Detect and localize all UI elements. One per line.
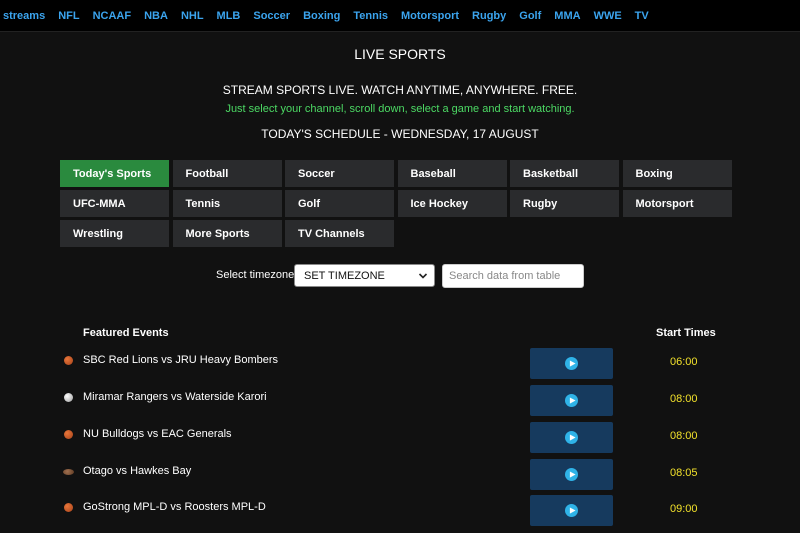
event-time: 06:00	[670, 356, 698, 368]
tab-tennis[interactable]: Tennis	[172, 190, 282, 217]
tab-todays-sports[interactable]: Today's Sports	[60, 160, 169, 187]
instruction-text: Just select your channel, scroll down, s…	[225, 103, 575, 115]
play-icon	[565, 431, 578, 444]
timezone-selected-value: SET TIMEZONE	[304, 269, 385, 282]
table-row: GoStrong MPL-D vs Roosters MPL-D 09:00	[0, 495, 800, 527]
times-column-header: Start Times	[656, 327, 716, 339]
table-row: SBC Red Lions vs JRU Heavy Bombers 06:00	[0, 348, 800, 380]
search-input[interactable]	[442, 264, 584, 288]
tab-boxing[interactable]: Boxing	[622, 160, 732, 187]
table-row: NU Bulldogs vs EAC Generals 08:00	[0, 422, 800, 454]
play-icon	[565, 504, 578, 517]
nav-link-nhl[interactable]: NHL	[181, 10, 204, 22]
nav-link-tv[interactable]: TV	[635, 10, 649, 22]
chevron-down-icon	[418, 273, 428, 279]
timezone-label: Select timezone:	[216, 269, 298, 281]
tagline: STREAM SPORTS LIVE. WATCH ANYTIME, ANYWH…	[222, 83, 578, 97]
tab-football[interactable]: Football	[172, 160, 282, 187]
play-button[interactable]	[530, 422, 613, 453]
tab-wrestling[interactable]: Wrestling	[60, 220, 169, 247]
schedule-heading: TODAY'S SCHEDULE - WEDNESDAY, 17 AUGUST	[261, 127, 539, 141]
event-name: Otago vs Hawkes Bay	[83, 465, 192, 477]
basketball-icon	[64, 430, 73, 439]
nav-link-tennis[interactable]: Tennis	[353, 10, 388, 22]
tab-soccer[interactable]: Soccer	[285, 160, 394, 187]
play-button[interactable]	[530, 385, 613, 416]
tab-golf[interactable]: Golf	[285, 190, 394, 217]
tab-baseball[interactable]: Baseball	[397, 160, 507, 187]
basketball-icon	[64, 356, 73, 365]
basketball-icon	[64, 503, 73, 512]
nav-link-rugby[interactable]: Rugby	[472, 10, 506, 22]
event-time: 08:00	[670, 430, 698, 442]
table-row: Miramar Rangers vs Waterside Karori 08:0…	[0, 385, 800, 417]
event-name: Miramar Rangers vs Waterside Karori	[83, 391, 267, 403]
nav-link-mlb[interactable]: MLB	[217, 10, 241, 22]
nav-link-wwe[interactable]: WWE	[594, 10, 622, 22]
nav-link-nba[interactable]: NBA	[144, 10, 168, 22]
soccer-ball-icon	[64, 393, 73, 402]
nav-link-soccer[interactable]: Soccer	[253, 10, 290, 22]
play-icon	[565, 357, 578, 370]
timezone-select[interactable]: SET TIMEZONE	[294, 264, 435, 287]
tab-more-sports[interactable]: More Sports	[172, 220, 282, 247]
nav-link-boxing[interactable]: Boxing	[303, 10, 340, 22]
tab-rugby[interactable]: Rugby	[510, 190, 619, 217]
event-time: 08:05	[670, 467, 698, 479]
nav-link-golf[interactable]: Golf	[519, 10, 541, 22]
nav-link-mma[interactable]: MMA	[554, 10, 580, 22]
nav-link-streams[interactable]: streams	[3, 10, 45, 22]
event-time: 08:00	[670, 393, 698, 405]
category-tabs: Today's Sports Football Soccer Baseball …	[60, 160, 732, 247]
rugby-ball-icon	[63, 469, 74, 475]
tab-motorsport[interactable]: Motorsport	[622, 190, 732, 217]
play-button[interactable]	[530, 495, 613, 526]
tab-ice-hockey[interactable]: Ice Hockey	[397, 190, 507, 217]
tab-basketball[interactable]: Basketball	[510, 160, 619, 187]
nav-link-nfl[interactable]: NFL	[58, 10, 79, 22]
play-button[interactable]	[530, 348, 613, 379]
play-icon	[565, 468, 578, 481]
events-column-header: Featured Events	[83, 327, 169, 339]
event-name: NU Bulldogs vs EAC Generals	[83, 428, 232, 440]
nav-link-motorsport[interactable]: Motorsport	[401, 10, 459, 22]
event-name: SBC Red Lions vs JRU Heavy Bombers	[83, 354, 279, 366]
play-button[interactable]	[530, 459, 613, 490]
nav-link-ncaaf[interactable]: NCAAF	[93, 10, 132, 22]
top-nav: streams NFL NCAAF NBA NHL MLB Soccer Box…	[0, 0, 800, 32]
event-time: 09:00	[670, 503, 698, 515]
tab-tv-channels[interactable]: TV Channels	[285, 220, 394, 247]
event-name: GoStrong MPL-D vs Roosters MPL-D	[83, 501, 266, 513]
table-row: Otago vs Hawkes Bay 08:05	[0, 459, 800, 491]
tab-ufc-mma[interactable]: UFC-MMA	[60, 190, 169, 217]
play-icon	[565, 394, 578, 407]
page-title: LIVE SPORTS	[354, 46, 446, 62]
